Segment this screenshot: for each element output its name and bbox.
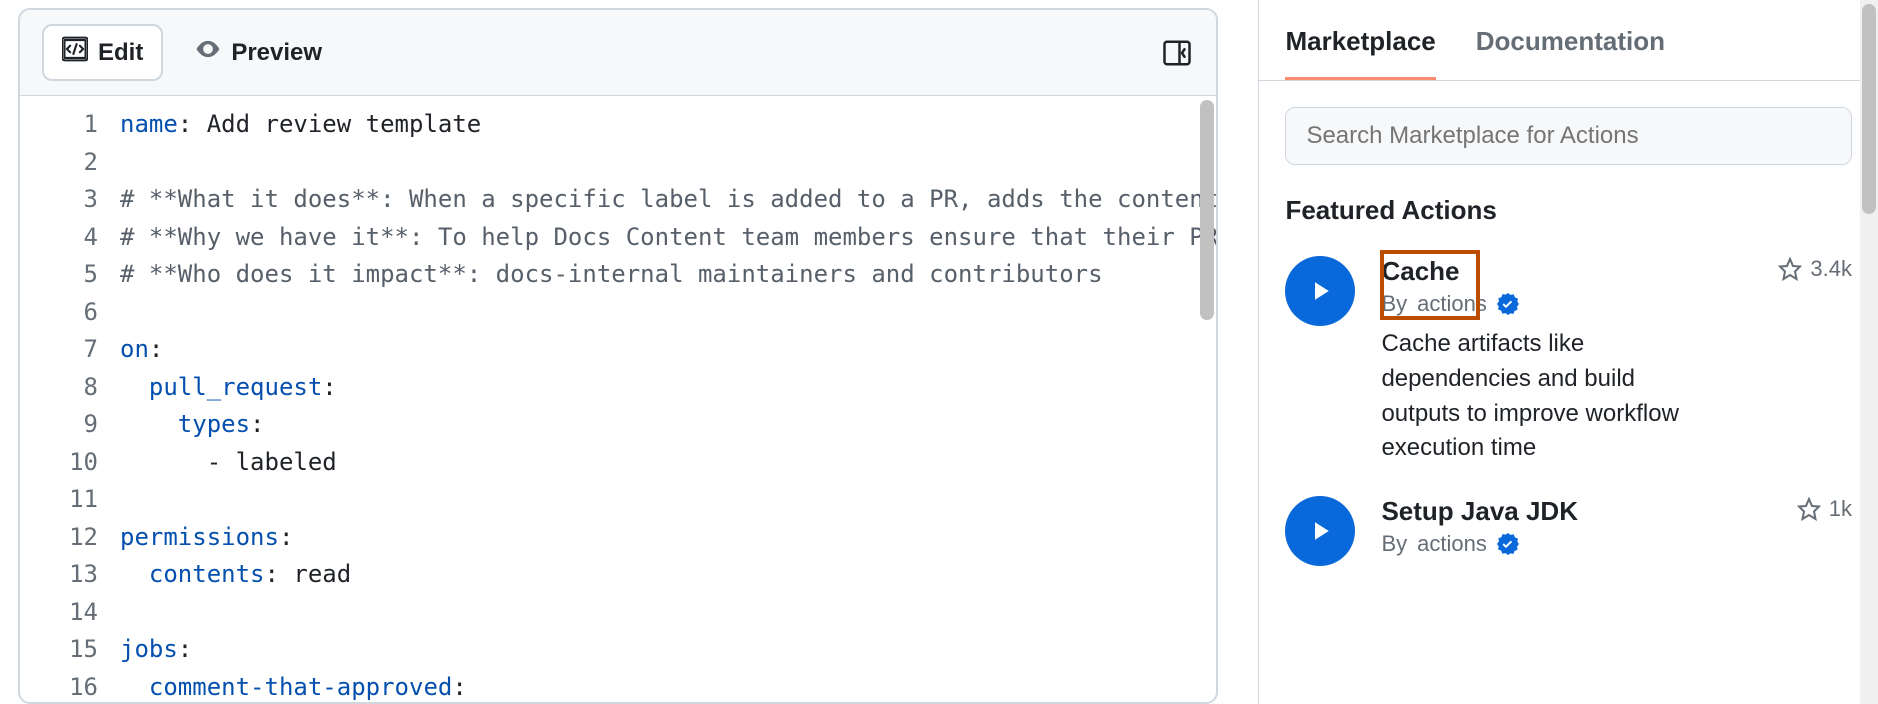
sidebar-scrollbar-thumb[interactable] — [1862, 4, 1876, 214]
action-title: Setup Java JDK — [1381, 496, 1578, 527]
line-number: 11 — [20, 481, 98, 519]
eye-icon — [195, 36, 221, 69]
editor-header: Edit Preview — [20, 10, 1216, 96]
code-line[interactable] — [120, 294, 1216, 332]
line-number: 10 — [20, 444, 98, 482]
search-input[interactable] — [1285, 107, 1852, 165]
edit-tab[interactable]: Edit — [42, 24, 163, 81]
code-line[interactable] — [120, 481, 1216, 519]
code-line[interactable]: name: Add review template — [120, 106, 1216, 144]
code-line[interactable]: pull_request: — [120, 369, 1216, 407]
code-line[interactable]: # **Why we have it**: To help Docs Conte… — [120, 219, 1216, 257]
code-line[interactable]: permissions: — [120, 519, 1216, 557]
code-line[interactable] — [120, 594, 1216, 632]
line-number: 1 — [20, 106, 98, 144]
code-content[interactable]: name: Add review template # **What it do… — [120, 106, 1216, 702]
code-line[interactable]: on: — [120, 331, 1216, 369]
editor-scrollbar-thumb[interactable] — [1200, 100, 1214, 320]
verified-badge-icon — [1497, 293, 1519, 315]
star-count: 3.4k — [1778, 256, 1852, 282]
line-number: 2 — [20, 144, 98, 182]
code-line[interactable]: types: — [120, 406, 1216, 444]
line-number: 9 — [20, 406, 98, 444]
featured-actions-heading: Featured Actions — [1285, 195, 1852, 226]
code-icon — [62, 36, 88, 69]
line-number: 4 — [20, 219, 98, 257]
sidebar-scrollbar-track[interactable] — [1860, 0, 1878, 704]
code-line[interactable]: jobs: — [120, 631, 1216, 669]
code-line[interactable]: # **Who does it impact**: docs-internal … — [120, 256, 1216, 294]
star-icon — [1797, 497, 1821, 521]
line-number: 8 — [20, 369, 98, 407]
tab-marketplace[interactable]: Marketplace — [1285, 26, 1435, 80]
star-count: 1k — [1797, 496, 1852, 522]
line-number: 3 — [20, 181, 98, 219]
edit-tab-label: Edit — [98, 39, 143, 67]
editor-tabs: Edit Preview — [42, 24, 342, 81]
code-line[interactable]: - labeled — [120, 444, 1216, 482]
line-number: 12 — [20, 519, 98, 557]
line-number: 14 — [20, 594, 98, 632]
star-icon — [1778, 257, 1802, 281]
line-number: 5 — [20, 256, 98, 294]
line-number: 7 — [20, 331, 98, 369]
code-line[interactable]: contents: read — [120, 556, 1216, 594]
code-editor[interactable]: 12345678910111213141516 name: Add review… — [20, 96, 1216, 702]
action-author: By actions — [1381, 291, 1852, 317]
play-icon — [1285, 496, 1355, 566]
action-item[interactable]: Setup Java JDK 1k By actions — [1285, 496, 1852, 566]
line-number: 15 — [20, 631, 98, 669]
code-line[interactable]: comment-that-approved: — [120, 669, 1216, 703]
preview-tab[interactable]: Preview — [175, 24, 342, 81]
marketplace-sidebar: Marketplace Documentation Featured Actio… — [1258, 0, 1878, 704]
verified-badge-icon — [1497, 533, 1519, 555]
play-icon — [1285, 256, 1355, 326]
sidebar-body: Featured Actions Cache 3.4k By — [1259, 81, 1878, 592]
line-number: 13 — [20, 556, 98, 594]
toggle-panel-button[interactable] — [1160, 36, 1194, 70]
action-body: Cache 3.4k By actions Cache artifacts li… — [1381, 256, 1852, 466]
editor-panel: Edit Preview 12345678910111213141516 nam… — [18, 8, 1218, 704]
preview-tab-label: Preview — [231, 39, 322, 67]
tab-documentation[interactable]: Documentation — [1476, 26, 1665, 80]
line-number-gutter: 12345678910111213141516 — [20, 106, 120, 702]
sidebar-tabs: Marketplace Documentation — [1259, 4, 1878, 81]
code-line[interactable]: # **What it does**: When a specific labe… — [120, 181, 1216, 219]
action-body: Setup Java JDK 1k By actions — [1381, 496, 1852, 557]
code-line[interactable] — [120, 144, 1216, 182]
line-number: 6 — [20, 294, 98, 332]
action-description: Cache artifacts like dependencies and bu… — [1381, 327, 1681, 466]
action-title: Cache — [1381, 256, 1459, 287]
action-item[interactable]: Cache 3.4k By actions Cache artifacts li… — [1285, 256, 1852, 466]
action-author: By actions — [1381, 531, 1852, 557]
line-number: 16 — [20, 669, 98, 703]
